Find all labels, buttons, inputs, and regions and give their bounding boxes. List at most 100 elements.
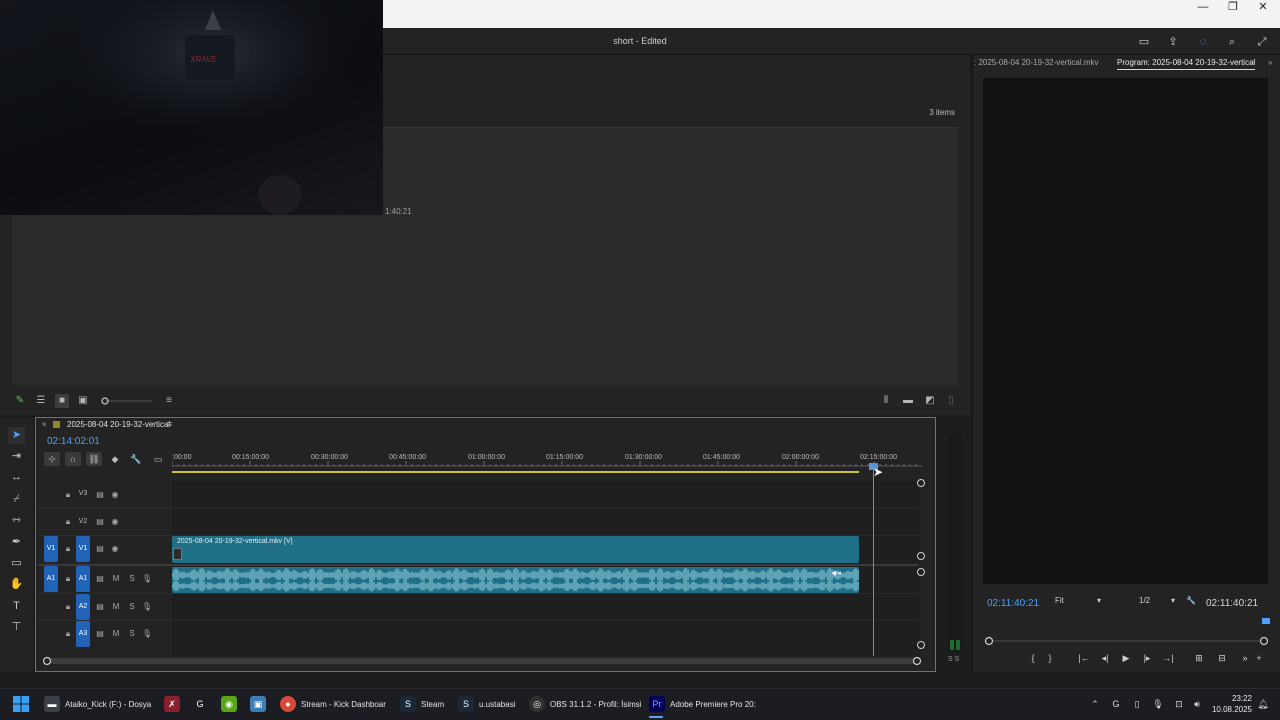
timeline-settings-icon[interactable]: 🔧 [129, 452, 143, 466]
extract-button[interactable]: ⊟ [1215, 651, 1229, 665]
taskbar-item-premiere[interactable]: Pr Adobe Premiere Pro 20: [649, 690, 756, 718]
snap-icon[interactable]: ∩ [65, 452, 81, 466]
solo-button[interactable]: S [126, 601, 138, 613]
vscroll-handle[interactable] [917, 552, 925, 560]
trash-icon[interactable]: ▯ [944, 394, 958, 408]
timeline-timecode[interactable]: 02:14:02:01 [47, 436, 100, 447]
step-forward-button[interactable]: |▸ [1140, 651, 1154, 665]
close-button[interactable]: ✕ [1248, 0, 1278, 14]
insert-sequence-nest-icon[interactable]: ⊹ [44, 452, 60, 466]
add-marker-icon[interactable]: ◆ [108, 452, 122, 466]
program-current-timecode[interactable]: 02:11:40:21 [987, 598, 1039, 609]
audio-clip[interactable] [172, 567, 859, 593]
step-back-button[interactable]: ◂| [1098, 651, 1112, 665]
sync-lock-icon[interactable]: ▤ [94, 543, 106, 555]
pencil-icon[interactable]: ✎ [13, 394, 27, 408]
minimize-button[interactable]: — [1188, 0, 1218, 14]
lock-icon[interactable]: 🔒︎ [62, 573, 74, 585]
caption-tool-icon[interactable]: ⊤ [8, 619, 25, 636]
panel-icon[interactable]: ▭ [1136, 34, 1152, 50]
mark-out-button[interactable]: } [1043, 651, 1057, 665]
zoom-slider[interactable] [100, 396, 154, 406]
search-icon[interactable]: ⌕ [1224, 34, 1240, 50]
tab-sequence[interactable]: 2025-08-04 20-19-32-vertical [67, 420, 170, 429]
type-tool-icon[interactable]: T [8, 598, 25, 615]
fit-dropdown[interactable]: Fit ▾ [1055, 596, 1103, 610]
new-item-icon[interactable]: ◩ [923, 394, 937, 408]
source-patch-a1[interactable]: A1 [44, 566, 58, 592]
vscroll-handle[interactable] [917, 641, 925, 649]
clock-time[interactable]: 23:22 [1208, 694, 1252, 703]
play-button[interactable]: ▶ [1119, 651, 1133, 665]
track-label-a2[interactable]: A2 [76, 594, 90, 620]
taskbar-item-obs[interactable]: ◎ OBS 31.1.2 - Profil: İsimsi [529, 690, 642, 718]
taskbar-item-steam-user[interactable]: S u.ustabasi [458, 690, 515, 718]
source-patch-v1[interactable]: V1 [44, 536, 58, 562]
freeform-view-icon[interactable]: ▣ [76, 394, 90, 408]
program-scrub-bar[interactable] [985, 636, 1268, 646]
taskbar-item-app[interactable]: G [192, 690, 208, 718]
solo-button[interactable]: S [126, 628, 138, 640]
button-editor-icon[interactable]: + [1252, 651, 1266, 665]
more-buttons-icon[interactable]: » [1238, 651, 1252, 665]
selection-tool-icon[interactable]: ➤ [8, 427, 25, 444]
tab-program[interactable]: Program: 2025-08-04 20-19-32-vertical [1117, 58, 1256, 70]
mute-button[interactable]: M [110, 573, 122, 585]
taskbar-item-explorer[interactable]: ▬ Ataiko_Kick (F:) - Dosya [44, 690, 151, 718]
sync-lock-icon[interactable]: ▤ [94, 489, 106, 501]
chevron-up-icon[interactable]: ⌃ [1088, 697, 1102, 711]
linked-selection-icon[interactable]: ⛓ [86, 452, 102, 466]
ripple-edit-tool-icon[interactable]: ↔ [8, 469, 25, 486]
playhead-marker-icon[interactable] [1262, 618, 1270, 624]
pen-tool-icon[interactable]: ✒ [8, 534, 25, 551]
taskbar-item-steam[interactable]: S Steam [400, 690, 444, 718]
lock-icon[interactable]: 🔒︎ [62, 628, 74, 640]
eye-icon[interactable]: ◉ [109, 543, 121, 555]
vscroll-handle[interactable] [917, 479, 925, 487]
app-tray-icon[interactable]: G [1109, 697, 1123, 711]
track-select-tool-icon[interactable]: ⇥ [8, 448, 25, 465]
icon-view-icon[interactable]: ■ [55, 394, 69, 408]
sync-lock-icon[interactable]: ▤ [94, 601, 106, 613]
clock-date[interactable]: 10.08.2025 [1200, 705, 1252, 714]
sync-lock-icon[interactable]: ▤ [94, 516, 106, 528]
automate-icon[interactable]: ⫴ [879, 394, 893, 408]
taskbar-item-chrome[interactable]: ● Stream - Kick Dashboar [280, 690, 386, 718]
mute-button[interactable]: M [110, 628, 122, 640]
notification-icon[interactable]: 🔔︎ [1256, 697, 1270, 711]
mute-button[interactable]: M [110, 601, 122, 613]
hand-tool-icon[interactable]: ✋ [8, 576, 25, 593]
lock-icon[interactable]: 🔒︎ [62, 601, 74, 613]
track-label-a1[interactable]: A1 [76, 566, 90, 592]
captions-icon[interactable]: ▭ [151, 452, 165, 466]
lift-button[interactable]: ⊞ [1192, 651, 1206, 665]
network-icon[interactable]: ⊡ [1172, 697, 1186, 711]
solo-button[interactable]: S [126, 573, 138, 585]
rectangle-tool-icon[interactable]: ▭ [8, 555, 25, 572]
program-video-view[interactable] [983, 78, 1268, 584]
track-label-v1[interactable]: V1 [76, 536, 90, 562]
eye-icon[interactable]: ◉ [109, 516, 121, 528]
sort-icon[interactable]: ≡ [162, 394, 176, 408]
lock-icon[interactable]: 🔒︎ [62, 489, 74, 501]
sequence-menu-icon[interactable]: ≡ [167, 419, 172, 429]
list-view-icon[interactable]: ☰ [34, 394, 48, 408]
microphone-icon[interactable]: 🎙︎ [141, 628, 153, 640]
microphone-icon[interactable]: 🎙︎ [141, 573, 153, 585]
panel-menu-icon[interactable]: ≡ [1250, 58, 1255, 67]
track-label-a3[interactable]: A3 [76, 621, 90, 647]
resolution-dropdown[interactable]: 1/2 ▾ [1139, 596, 1177, 610]
maximize-button[interactable]: ❐ [1218, 0, 1248, 14]
windows-start-icon[interactable] [13, 696, 29, 712]
share-icon[interactable]: ⇪ [1165, 34, 1181, 50]
go-to-out-button[interactable]: →| [1161, 651, 1175, 665]
close-sequence-icon[interactable]: × [42, 420, 47, 429]
microphone-tray-icon[interactable]: 🎙︎ [1151, 697, 1165, 711]
sync-lock-icon[interactable]: ▤ [94, 628, 106, 640]
slip-tool-icon[interactable]: ⇿ [8, 512, 25, 529]
tab-source[interactable]: : 2025-08-04 20-19-32-vertical.mkv [974, 58, 1099, 67]
vscroll-handle[interactable] [917, 568, 925, 576]
taskbar-item-app[interactable]: ▣ [250, 690, 266, 718]
timeline-zoom-scrollbar[interactable] [42, 656, 922, 666]
sync-icon[interactable]: ◌ [1195, 34, 1211, 50]
